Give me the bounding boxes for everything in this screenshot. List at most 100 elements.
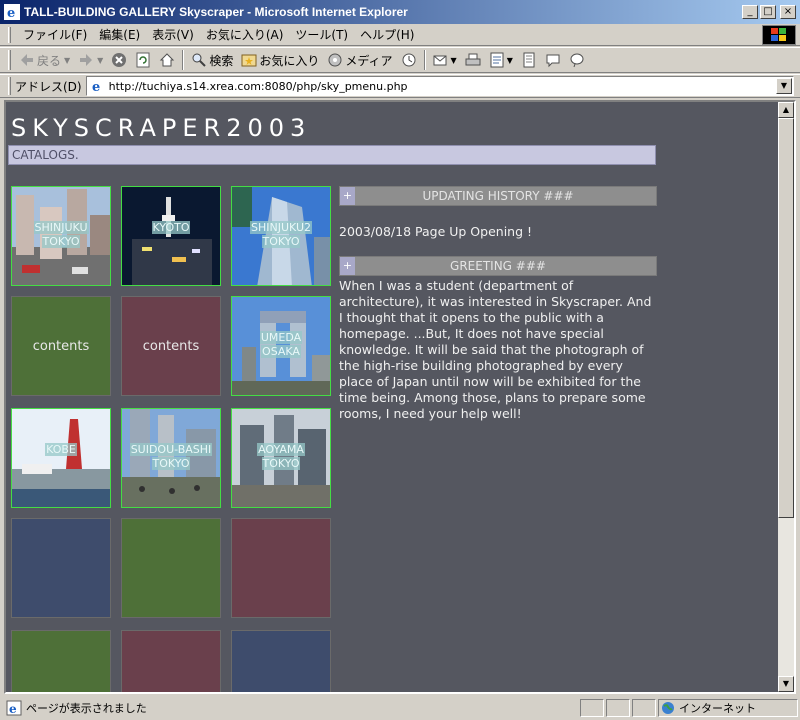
scroll-down-icon[interactable]: ▼ bbox=[778, 676, 794, 692]
address-input[interactable] bbox=[108, 78, 776, 94]
stop-button[interactable] bbox=[107, 49, 131, 71]
zone-label: インターネット bbox=[679, 702, 756, 715]
address-bar: アドレス(D) e ▼ bbox=[0, 74, 800, 98]
page-done-icon: e bbox=[6, 700, 22, 716]
research-button[interactable] bbox=[565, 49, 589, 71]
media-label: メディア bbox=[345, 53, 393, 68]
status-pane bbox=[632, 699, 656, 717]
menu-favorites[interactable]: お気に入り(A) bbox=[200, 26, 290, 43]
search-icon bbox=[192, 53, 207, 67]
zone-pane: インターネット bbox=[658, 699, 798, 717]
expand-plus-icon[interactable]: + bbox=[340, 187, 355, 205]
menu-grip[interactable] bbox=[8, 26, 11, 43]
menu-file[interactable]: ファイル(F) bbox=[17, 26, 93, 43]
tile-caption: AOYAMA TOKYO bbox=[257, 443, 305, 470]
contents-label: contents bbox=[142, 339, 200, 354]
catalog-bar: CATALOGS. bbox=[8, 145, 656, 165]
forward-dropdown-icon[interactable]: ▼ bbox=[97, 56, 103, 65]
vertical-scrollbar[interactable]: ▲ ▼ bbox=[778, 102, 794, 692]
print-icon bbox=[465, 53, 481, 66]
menu-tools[interactable]: ツール(T) bbox=[289, 26, 354, 43]
edit-button[interactable]: ▼ bbox=[485, 49, 517, 71]
site-title: SKYSCRAPER2003 bbox=[11, 114, 312, 142]
page-ie-icon: e bbox=[89, 78, 106, 94]
tile-umeda[interactable]: UMEDA OSAKA bbox=[231, 296, 331, 396]
tile-empty[interactable] bbox=[11, 518, 111, 618]
discuss-button[interactable] bbox=[517, 49, 541, 71]
address-dropdown-icon[interactable]: ▼ bbox=[776, 78, 792, 94]
edit-page-icon bbox=[490, 52, 504, 68]
tile-empty[interactable] bbox=[231, 630, 331, 692]
history-button[interactable] bbox=[397, 49, 421, 71]
menu-help[interactable]: ヘルプ(H) bbox=[354, 26, 420, 43]
address-grip[interactable] bbox=[8, 77, 11, 95]
back-dropdown-icon[interactable]: ▼ bbox=[64, 56, 70, 65]
expand-plus-icon[interactable]: + bbox=[340, 257, 355, 275]
greeting-title: GREETING ### bbox=[450, 259, 546, 273]
svg-text:e: e bbox=[9, 702, 17, 716]
tile-caption: KYOTO bbox=[151, 221, 191, 234]
minimize-button[interactable]: _ bbox=[742, 5, 758, 19]
greeting-text: When I was a student (department of arch… bbox=[339, 278, 652, 421]
search-button[interactable]: 検索 bbox=[187, 49, 237, 71]
menu-edit[interactable]: 編集(E) bbox=[93, 26, 146, 43]
discuss-icon bbox=[523, 52, 535, 68]
toolbar-grip[interactable] bbox=[8, 50, 11, 70]
media-icon bbox=[328, 53, 342, 67]
media-button[interactable]: メディア bbox=[323, 49, 396, 71]
edit-dropdown-icon[interactable]: ▼ bbox=[507, 56, 513, 65]
history-icon bbox=[402, 53, 416, 67]
favorites-button[interactable]: お気に入り bbox=[237, 49, 323, 71]
tile-suidoubashi[interactable]: SUIDOU-BASHI TOKYO bbox=[121, 408, 221, 508]
window-title: TALL-BUILDING GALLERY Skyscraper - Micro… bbox=[24, 5, 408, 19]
tile-shinjuku[interactable]: SHINJUKU TOKYO bbox=[11, 186, 111, 286]
svg-text:e: e bbox=[92, 80, 100, 94]
scroll-up-icon[interactable]: ▲ bbox=[778, 102, 794, 118]
tile-empty[interactable] bbox=[121, 518, 221, 618]
tile-empty[interactable] bbox=[121, 630, 221, 692]
messenger-button[interactable] bbox=[541, 49, 565, 71]
toolbar: 戻る ▼ ▼ 検索 お気に入り メディア ▼ ▼ bbox=[0, 47, 800, 73]
tile-caption: SHINJUKU TOKYO bbox=[33, 221, 89, 248]
history-entry: 2003/08/18 Page Up Opening ! bbox=[339, 224, 533, 239]
browser-viewport: SKYSCRAPER2003 CATALOGS. SHINJUKUTOKYO bbox=[4, 100, 796, 694]
favorites-label: お気に入り bbox=[259, 53, 320, 68]
tile-contents-1[interactable]: contents bbox=[11, 296, 111, 396]
back-button[interactable]: 戻る ▼ bbox=[15, 49, 74, 71]
tile-caption: SHINJUKU2 TOKYO bbox=[250, 221, 312, 248]
kobe-port-tower-photo-icon bbox=[12, 409, 110, 507]
tile-kobe[interactable]: KOBE bbox=[11, 408, 111, 508]
tile-caption: UMEDA OSAKA bbox=[259, 331, 303, 358]
tile-shinjuku2[interactable]: SHINJUKU2 TOKYO bbox=[231, 186, 331, 286]
address-label: アドレス(D) bbox=[15, 79, 82, 94]
tile-empty[interactable] bbox=[231, 518, 331, 618]
status-bar: e ページが表示されました インターネット bbox=[0, 696, 800, 720]
tile-caption: KOBE bbox=[45, 443, 77, 456]
print-button[interactable] bbox=[461, 49, 485, 71]
status-pane bbox=[606, 699, 630, 717]
toolbar-separator bbox=[423, 50, 426, 70]
status-text: ページが表示されました bbox=[26, 702, 147, 715]
maximize-button[interactable]: □ bbox=[760, 5, 776, 19]
forward-arrow-icon bbox=[80, 54, 93, 66]
messenger-icon bbox=[546, 54, 560, 68]
tile-empty[interactable] bbox=[11, 630, 111, 692]
internet-globe-icon bbox=[662, 702, 674, 714]
tile-contents-2[interactable]: contents bbox=[121, 296, 221, 396]
forward-button[interactable]: ▼ bbox=[74, 49, 107, 71]
home-button[interactable] bbox=[155, 49, 179, 71]
back-arrow-icon bbox=[21, 54, 33, 66]
close-button[interactable]: × bbox=[780, 5, 796, 19]
mail-dropdown-icon[interactable]: ▼ bbox=[451, 56, 457, 65]
tile-kyoto[interactable]: KYOTO bbox=[121, 186, 221, 286]
tile-aoyama[interactable]: AOYAMA TOKYO bbox=[231, 408, 331, 508]
refresh-button[interactable] bbox=[131, 49, 155, 71]
address-field[interactable]: e ▼ bbox=[85, 76, 794, 96]
menu-view[interactable]: 表示(V) bbox=[146, 26, 200, 43]
windows-logo-icon bbox=[762, 25, 796, 45]
refresh-icon bbox=[136, 52, 150, 68]
mail-icon bbox=[433, 55, 447, 66]
scroll-thumb[interactable] bbox=[778, 118, 794, 518]
home-icon bbox=[160, 53, 175, 67]
mail-button[interactable]: ▼ bbox=[429, 49, 461, 71]
